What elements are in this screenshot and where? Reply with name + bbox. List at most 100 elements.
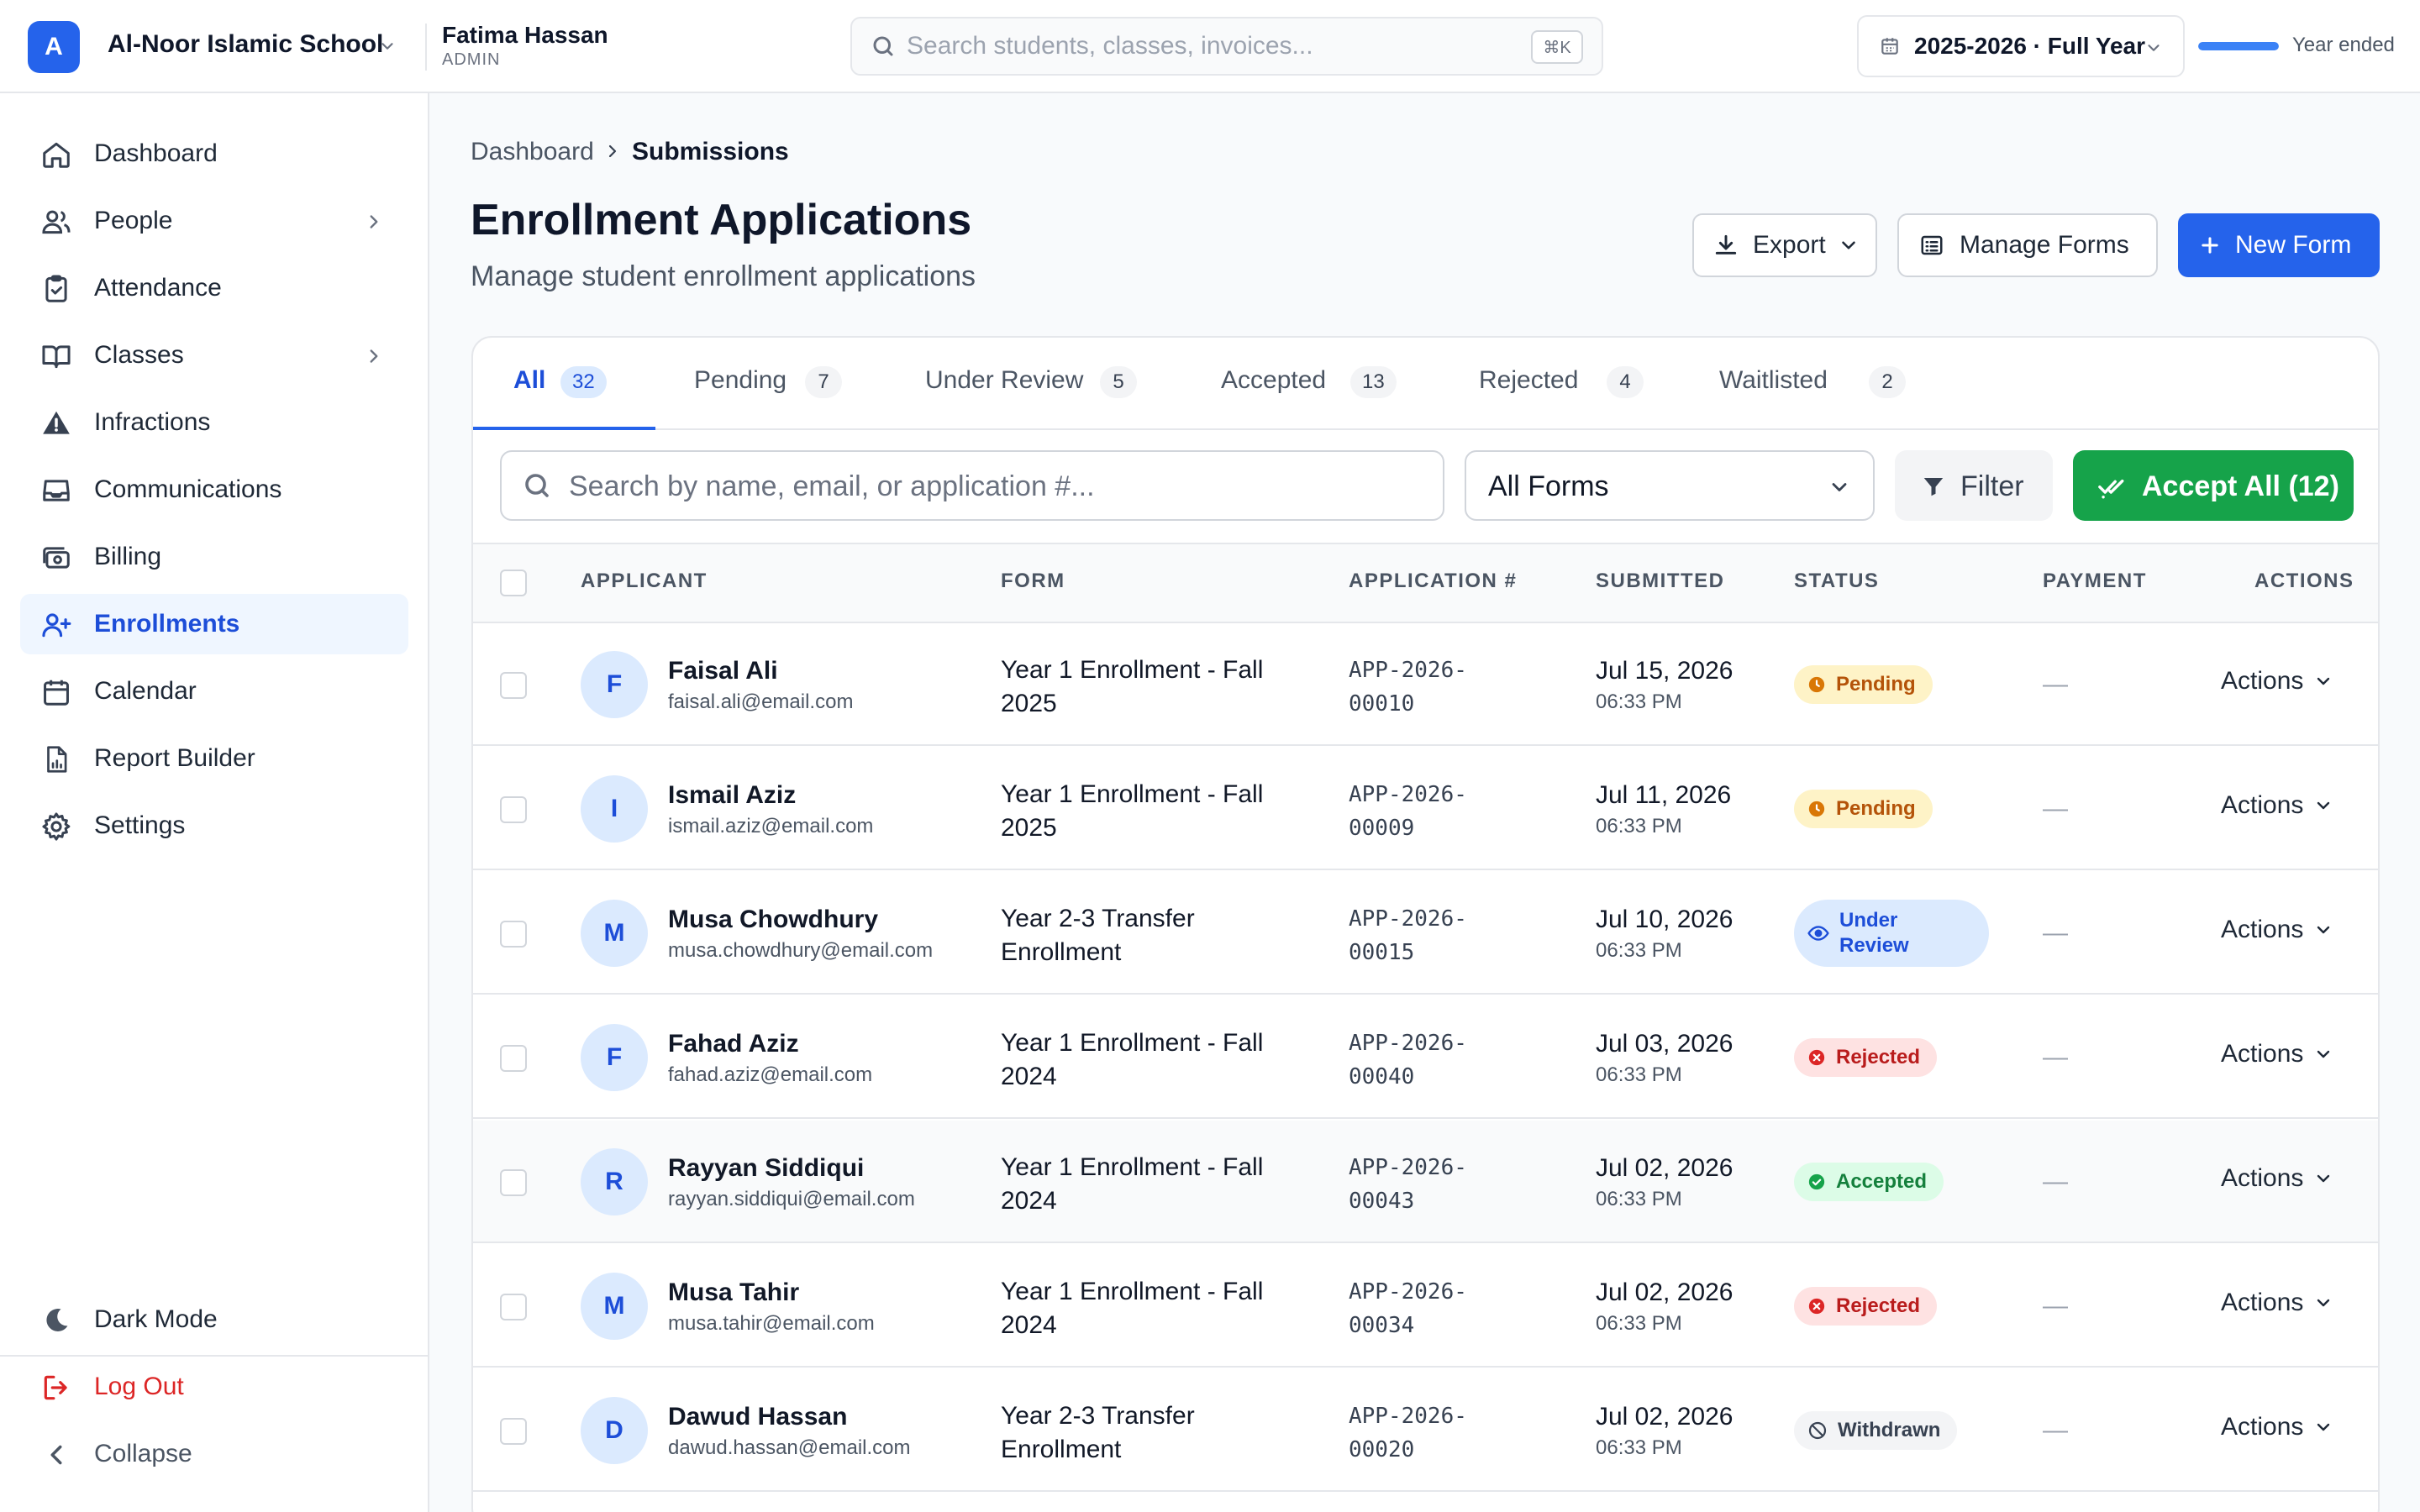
tab-count: 7 [805,366,842,398]
new-form-button[interactable]: New Form [2178,213,2380,277]
row-actions-button[interactable]: Actions [2221,1289,2333,1317]
double-check-icon [2098,479,2124,499]
table-row[interactable]: D Dawud Hassan dawud.hassan@email.com Year … [473,1369,2378,1492]
year-status: Year ended [2292,34,2395,56]
calendar-icon [1881,38,1898,55]
x-circle-icon [1808,1298,1825,1315]
user-name[interactable]: Fatima Hassan [442,22,608,49]
sidebar-item-label: Calendar [94,677,197,705]
row-checkbox[interactable] [500,1045,527,1072]
gear-icon [42,812,71,841]
chevron-down-icon [2148,45,2160,51]
status-label: Rejected [1836,1294,1921,1317]
filter-icon [1923,478,1944,496]
submitted-time: 06:33 PM [1596,1063,1682,1086]
form-name: Year 1 Enrollment - Fall 2024 [1001,1153,1264,1215]
table-row[interactable]: F Fahad Aziz fahad.aziz@email.com Year 1 En… [473,996,2378,1119]
manage-forms-button[interactable]: Manage Forms [1897,213,2158,277]
sidebar-item-classes[interactable]: Classes [20,325,408,386]
applicant-email: dawud.hassan@email.com [668,1436,911,1459]
applicant-email: faisal.ali@email.com [668,690,854,713]
avatar: M [581,1273,648,1340]
sidebar-item-infractions[interactable]: Infractions [20,392,408,453]
download-icon [1715,234,1737,255]
sidebar-item-billing[interactable]: Billing [20,527,408,587]
column-header-application[interactable]: APPLICATION # [1349,570,1517,593]
sidebar-item-attendance[interactable]: Attendance [20,258,408,318]
row-checkbox[interactable] [500,1169,527,1196]
sidebar-item-dashboard[interactable]: Dashboard [20,123,408,184]
table-row[interactable]: M Musa Tahir musa.tahir@email.com Year 1 En… [473,1245,2378,1368]
list-icon [1921,235,1943,255]
column-header-submitted[interactable]: SUBMITTED [1596,570,1725,593]
sidebar-item-enrollments[interactable]: Enrollments [20,594,408,654]
log-out-button[interactable]: Log Out [20,1357,408,1417]
sidebar-item-settings[interactable]: Settings [20,795,408,856]
school-logo[interactable]: A [28,21,80,73]
table-row[interactable]: R Rayyan Siddiqui rayyan.siddiqui@email.co… [473,1121,2378,1243]
column-header-status[interactable]: STATUS [1794,570,1879,593]
sidebar-item-calendar[interactable]: Calendar [20,661,408,722]
column-header-applicant[interactable]: APPLICANT [581,570,708,593]
dark-mode-toggle[interactable]: Dark Mode [20,1289,408,1350]
moon-icon [46,1309,68,1331]
tab-count: 2 [1869,366,1906,398]
applicant-email: musa.chowdhury@email.com [668,939,934,962]
collapse-sidebar-button[interactable]: Collapse [20,1424,408,1484]
table-row[interactable]: M Musa Chowdhury musa.chowdhury@email.com Y… [473,872,2378,995]
applicant-name[interactable]: Musa Tahir [668,1278,799,1307]
form-name: Year 1 Enrollment - Fall 2025 [1001,780,1264,842]
row-actions-button[interactable]: Actions [2221,1413,2333,1441]
sidebar-item-communications[interactable]: Communications [20,459,408,520]
application-number-suffix: 00009 [1349,816,1415,841]
payment-value: — [2043,1043,2068,1071]
manage-forms-label: Manage Forms [1960,231,2129,259]
sidebar-item-people[interactable]: People [20,191,408,251]
row-actions-button[interactable]: Actions [2221,1164,2333,1193]
breadcrumb-parent[interactable]: Dashboard [471,138,594,166]
column-header-payment[interactable]: PAYMENT [2043,570,2147,593]
row-actions-button[interactable]: Actions [2221,1040,2333,1068]
row-actions-button[interactable]: Actions [2221,916,2333,944]
global-search-placeholder: Search students, classes, invoices... [907,32,1313,60]
row-checkbox[interactable] [500,1418,527,1445]
row-checkbox[interactable] [500,921,527,948]
applicant-name[interactable]: Fahad Aziz [668,1030,799,1058]
applicant-name[interactable]: Ismail Aziz [668,781,796,810]
application-number-suffix: 00034 [1349,1313,1415,1338]
column-header-form[interactable]: FORM [1001,570,1065,593]
row-checkbox[interactable] [500,796,527,823]
clock-icon [1808,801,1825,817]
row-checkbox[interactable] [500,1294,527,1320]
table-row[interactable]: F Faisal Ali faisal.ali@email.com Year 1 En… [473,623,2378,746]
submitted-time: 06:33 PM [1596,1436,1682,1459]
sidebar-item-label: People [94,207,173,234]
chevron-down-icon[interactable] [378,37,397,55]
school-switcher[interactable]: Al-Noor Islamic School [108,30,383,59]
row-actions-button[interactable]: Actions [2221,667,2333,696]
applicant-name[interactable]: Rayyan Siddiqui [668,1154,864,1183]
home-icon [43,142,70,168]
sidebar-item-report-builder[interactable]: Report Builder [20,728,408,789]
status-label: Pending [1836,673,1916,696]
table-row[interactable]: I Ismail Aziz ismail.aziz@email.com Year 1 … [473,748,2378,870]
select-all-checkbox[interactable] [500,570,527,596]
applicant-name[interactable]: Dawud Hassan [668,1403,847,1431]
row-checkbox[interactable] [500,672,527,699]
row-actions-button[interactable]: Actions [2221,791,2333,820]
submitted-time: 06:33 PM [1596,939,1682,962]
breadcrumb-current: Submissions [632,138,789,165]
applicant-name[interactable]: Musa Chowdhury [668,906,878,934]
clipboard-check-icon [45,275,67,302]
application-number-suffix: 00015 [1349,940,1415,965]
status-badge: Withdrawn [1794,1411,1958,1450]
chevron-down-icon [2317,1050,2330,1058]
submitted-date: Jul 02, 2026 [1596,1403,1733,1431]
users-icon [42,210,71,234]
export-button[interactable]: Export [1692,213,1877,277]
applicant-name[interactable]: Faisal Ali [668,657,778,685]
status-label: Under Review [1839,909,1909,957]
avatar: D [581,1397,648,1464]
application-number: APP-2026- 00009 [1349,778,1508,845]
application-number-suffix: 00043 [1349,1189,1415,1214]
